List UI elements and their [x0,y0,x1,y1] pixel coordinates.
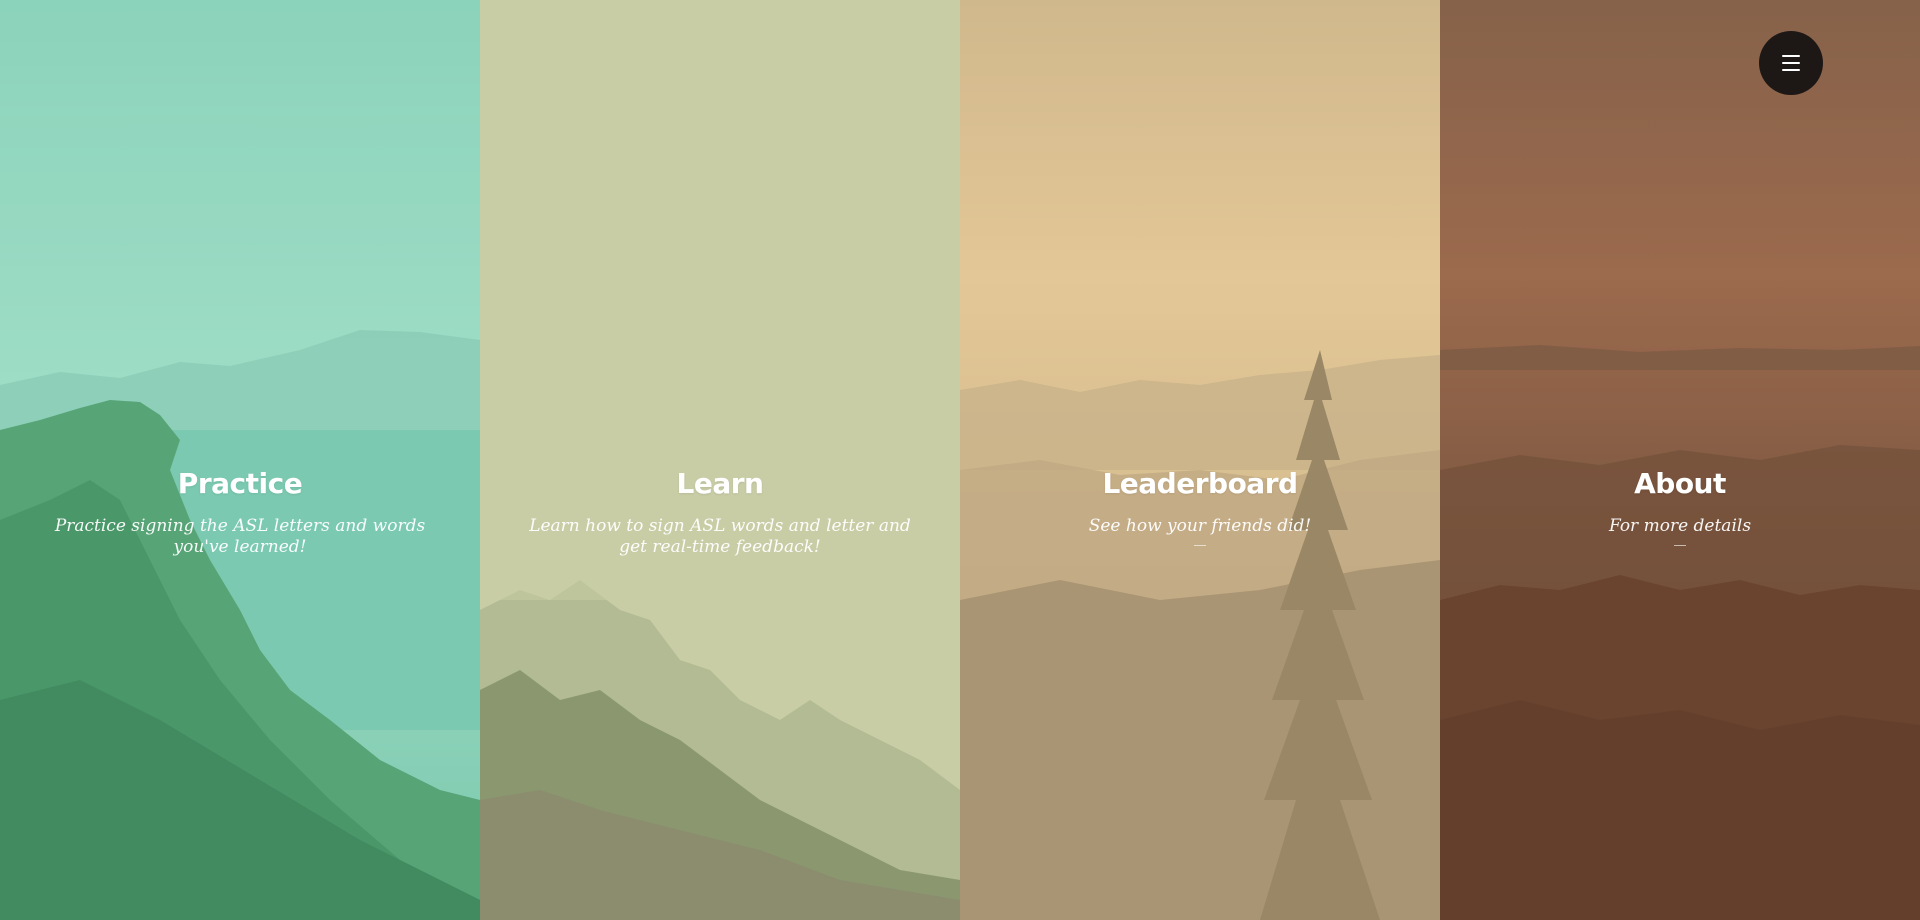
about-description: For more details [1608,516,1752,536]
about-divider [1674,545,1686,546]
leaderboard-description: See how your friends did! [1088,516,1312,536]
leaderboard-divider [1194,545,1206,546]
leaderboard-background-image [960,0,1440,920]
hamburger-menu-icon-bar-2 [1782,62,1800,64]
menu-button[interactable] [1759,31,1823,95]
section-panels: Practice Practice signing the ASL letter… [0,0,1920,920]
leaderboard-title: Leaderboard [1102,467,1298,500]
learn-description: Learn how to sign ASL words and letter a… [529,516,911,557]
about-background-image [1440,0,1920,920]
hamburger-menu-icon [1782,55,1800,57]
learn-title: Learn [676,467,764,500]
learn-content: Learn Learn how to sign ASL words and le… [480,462,960,558]
about-title: About [1634,467,1726,500]
hamburger-menu-icon-bar-3 [1782,69,1800,71]
practice-content: Practice Practice signing the ASL letter… [0,462,480,558]
practice-background-image [0,0,480,920]
about-content: About For more details [1440,462,1920,546]
leaderboard-content: Leaderboard See how your friends did! [960,462,1440,546]
practice-description: Practice signing the ASL letters and wor… [54,516,426,557]
panel-practice[interactable]: Practice Practice signing the ASL letter… [0,0,480,920]
panel-about[interactable]: About For more details [1440,0,1920,920]
panel-learn[interactable]: Learn Learn how to sign ASL words and le… [480,0,960,920]
learn-background-image [480,0,960,920]
practice-title: Practice [177,467,303,500]
panel-leaderboard[interactable]: Leaderboard See how your friends did! [960,0,1440,920]
